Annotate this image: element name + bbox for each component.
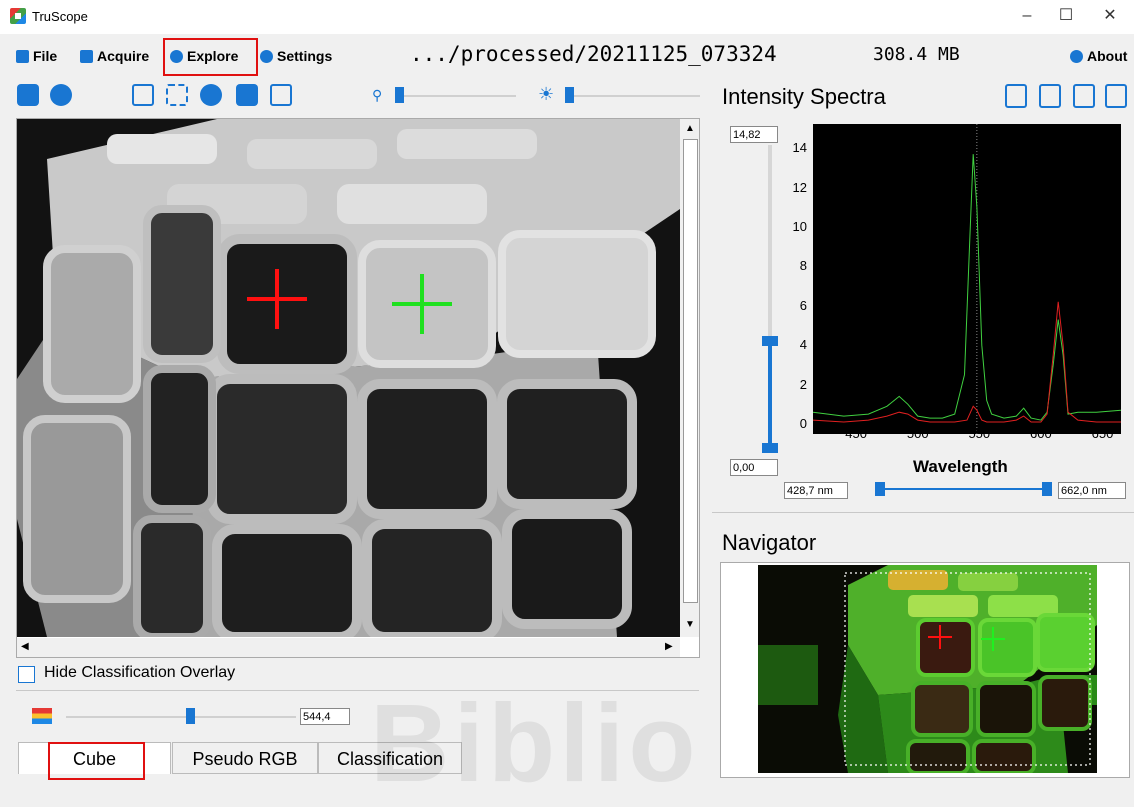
import-icon[interactable]: [1073, 84, 1095, 108]
scroll-left-icon[interactable]: ◀: [21, 641, 29, 652]
spectrum-plot[interactable]: [812, 124, 1122, 434]
camera-icon: [80, 49, 93, 63]
y-tick-label: 0: [799, 416, 807, 431]
y-min-spinbox[interactable]: 0,00: [730, 459, 778, 476]
hyperspectral-image[interactable]: [17, 119, 680, 637]
lasso-select-icon[interactable]: [200, 84, 222, 106]
menu-about[interactable]: About: [1070, 48, 1127, 64]
scroll-down-icon[interactable]: ▼: [685, 619, 695, 630]
palette-icon[interactable]: [50, 84, 72, 106]
brightness-icon: ☀: [538, 84, 555, 104]
file-icon: [16, 49, 29, 63]
x-tick-label: 650: [1091, 426, 1114, 441]
image-vertical-scrollbar[interactable]: ▲ ▼: [680, 119, 699, 637]
y-tick-label: 10: [792, 218, 807, 234]
title-bar: [0, 0, 1134, 34]
scroll-up-icon[interactable]: ▲: [685, 123, 695, 134]
menu-acquire[interactable]: Acquire: [80, 48, 149, 64]
watermark-logo: Biblio: [370, 682, 700, 805]
wavelength-range-handle-right[interactable]: [1042, 482, 1052, 496]
zoom-icon: ⚲: [372, 87, 383, 103]
scroll-right-icon[interactable]: ▶: [665, 641, 673, 652]
bulb-icon[interactable]: [1005, 84, 1027, 108]
wavelength-range-slider[interactable]: [876, 488, 1050, 490]
file-path: .../processed/20211125_073324: [410, 42, 777, 66]
band-slider[interactable]: [66, 716, 296, 718]
y-tick-label: 2: [799, 376, 807, 392]
wavelength-max-spinbox[interactable]: 662,0 nm: [1058, 482, 1126, 499]
x-axis-label: Wavelength: [913, 457, 1008, 476]
menu-file[interactable]: File: [16, 48, 57, 64]
y-max-spinbox[interactable]: 14,82: [730, 126, 778, 143]
vertical-scroll-thumb[interactable]: [683, 139, 698, 603]
brightness-slider[interactable]: [566, 95, 700, 97]
zoom-slider-handle[interactable]: [395, 87, 404, 103]
close-button[interactable]: ✕: [1096, 4, 1124, 28]
y-tick-label: 14: [792, 140, 807, 156]
spectrum-title: Intensity Spectra: [722, 84, 886, 109]
band-spinbox[interactable]: 544,4: [300, 708, 350, 725]
cube-image-svg: [17, 119, 680, 637]
app-logo-icon: [10, 8, 26, 24]
menu-file-label: File: [33, 48, 58, 64]
minimize-button[interactable]: –: [1013, 4, 1041, 28]
band-slider-handle[interactable]: [186, 708, 195, 724]
spectrum-plot-svg: [812, 124, 1122, 434]
x-tick-label: 500: [906, 426, 929, 441]
tab-pseudo-rgb-label: Pseudo RGB: [192, 749, 298, 769]
wavelength-range-handle-left[interactable]: [875, 482, 885, 496]
spectrum-series-0: [812, 154, 1122, 421]
navigator-image[interactable]: [758, 565, 1097, 773]
y-tick-label: 6: [799, 297, 807, 313]
navigator-image-svg: [758, 565, 1097, 773]
hide-overlay-checkbox[interactable]: [18, 666, 35, 683]
y-range-handle-top[interactable]: [762, 336, 778, 346]
wavelength-min-spinbox[interactable]: 428,7 nm: [784, 482, 848, 499]
x-tick-label: 600: [1030, 426, 1052, 441]
menu-acquire-label: Acquire: [97, 48, 150, 64]
navigator-title: Navigator: [722, 530, 817, 555]
window-title: TruScope: [32, 9, 88, 24]
explore-highlight-box: [163, 38, 258, 76]
x-tick-label: 450: [845, 426, 867, 441]
divider: [712, 512, 1134, 513]
info-icon: [1070, 49, 1083, 63]
gear-icon: [260, 49, 273, 63]
y-tick-label: 12: [792, 179, 807, 195]
hide-overlay-label: Hide Classification Overlay: [44, 664, 236, 681]
zoom-slider[interactable]: [398, 95, 516, 97]
image-horizontal-scrollbar[interactable]: ◀ ▶: [17, 638, 680, 657]
save-icon[interactable]: [17, 84, 39, 106]
y-range-handle-bottom[interactable]: [762, 443, 778, 453]
y-tick-label: 8: [799, 258, 807, 274]
y-range-fill: [768, 342, 772, 448]
menu-settings-label: Settings: [277, 48, 333, 64]
brightness-slider-handle[interactable]: [565, 87, 574, 103]
crop-icon[interactable]: [132, 84, 154, 106]
cube-highlight-box: [48, 742, 145, 780]
export-icon[interactable]: [1105, 84, 1127, 108]
menu-about-label: About: [1087, 48, 1128, 64]
brush-icon[interactable]: [270, 84, 292, 106]
x-tick-label: 550: [968, 426, 991, 441]
layers-icon: [32, 708, 52, 724]
file-size: 308.4 MB: [873, 44, 960, 65]
rect-select-icon[interactable]: [166, 84, 188, 106]
y-tick-label: 4: [799, 337, 807, 353]
maximize-button[interactable]: ☐: [1052, 4, 1080, 28]
menu-settings[interactable]: Settings: [260, 48, 332, 64]
tab-pseudo-rgb[interactable]: Pseudo RGB: [172, 742, 318, 774]
clear-icon[interactable]: [1039, 84, 1061, 108]
hand-pan-icon[interactable]: [236, 84, 258, 106]
